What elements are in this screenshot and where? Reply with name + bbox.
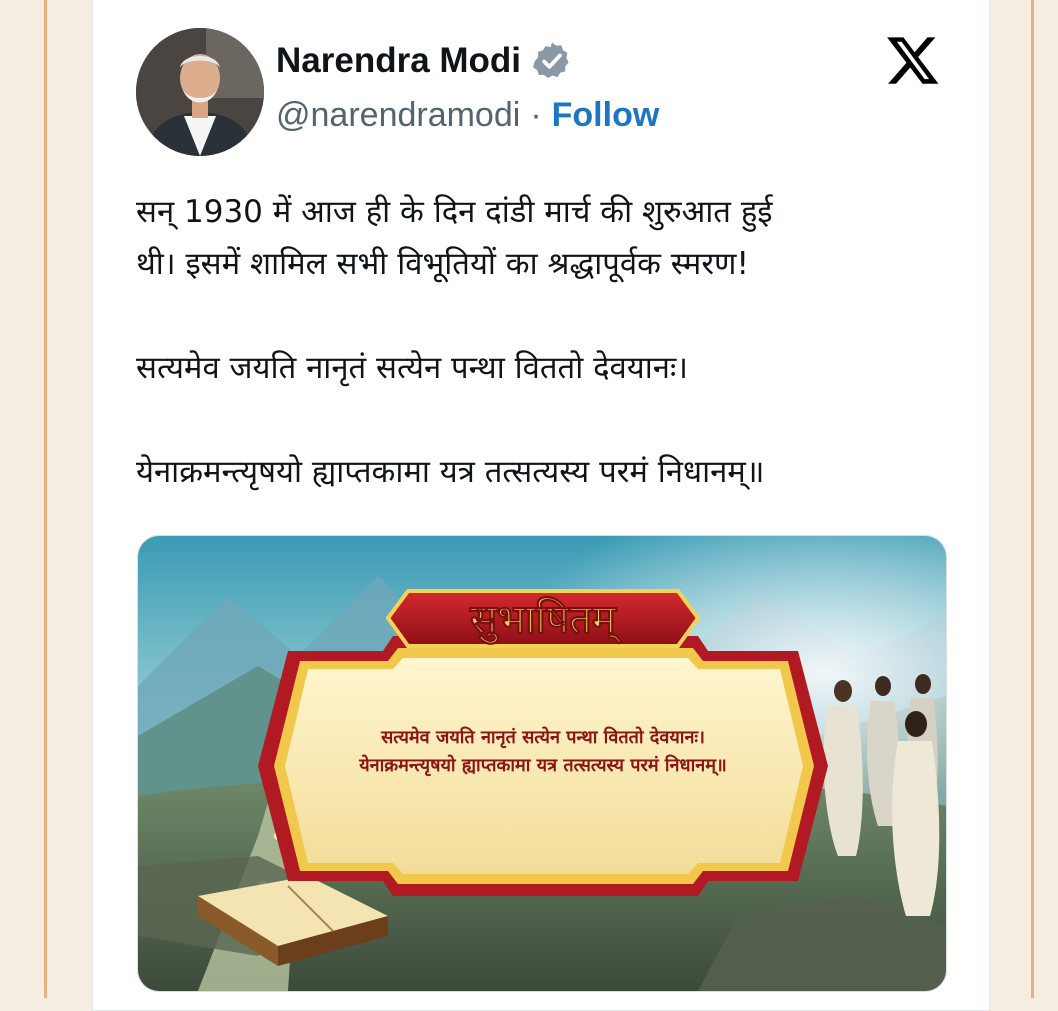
left-border-decoration xyxy=(44,0,47,998)
tweet-line: सन् 1930 में आज ही के दिन दांडी मार्च की… xyxy=(136,194,773,230)
tweet-media-image[interactable]: सुभाषितम् सत्यमेव जयति नानृतं सत्येन पन्… xyxy=(137,535,947,992)
author-name[interactable]: Narendra Modi xyxy=(276,41,521,81)
tweet-line: थी। इसमें शामिल सभी विभूतियों का श्रद्धा… xyxy=(136,246,749,282)
author-handle[interactable]: @narendramodi xyxy=(276,96,520,135)
verse-line-1: सत्यमेव जयति नानृतं सत्येन पन्था विततो द… xyxy=(380,726,705,749)
avatar-portrait-icon xyxy=(136,28,264,156)
verse-line-2: येनाक्रमन्त्यृषयो ह्याप्तकामा यत्र तत्सत… xyxy=(358,754,727,777)
separator-dot: · xyxy=(530,96,542,134)
x-logo-icon[interactable] xyxy=(884,32,942,88)
banner-title: सुभाषितम् xyxy=(469,596,623,645)
verified-badge-icon xyxy=(533,42,569,78)
tweet-line: येनाक्रमन्त्यृषयो ह्याप्तकामा यत्र तत्सत… xyxy=(136,454,765,490)
tweet-text: सन् 1930 में आज ही के दिन दांडी मार्च की… xyxy=(136,186,936,498)
follow-button[interactable]: Follow xyxy=(552,96,660,135)
right-border-decoration xyxy=(1031,0,1034,998)
tweet-line: सत्यमेव जयति नानृतं सत्येन पन्था विततो द… xyxy=(136,350,689,386)
avatar[interactable] xyxy=(136,28,264,156)
